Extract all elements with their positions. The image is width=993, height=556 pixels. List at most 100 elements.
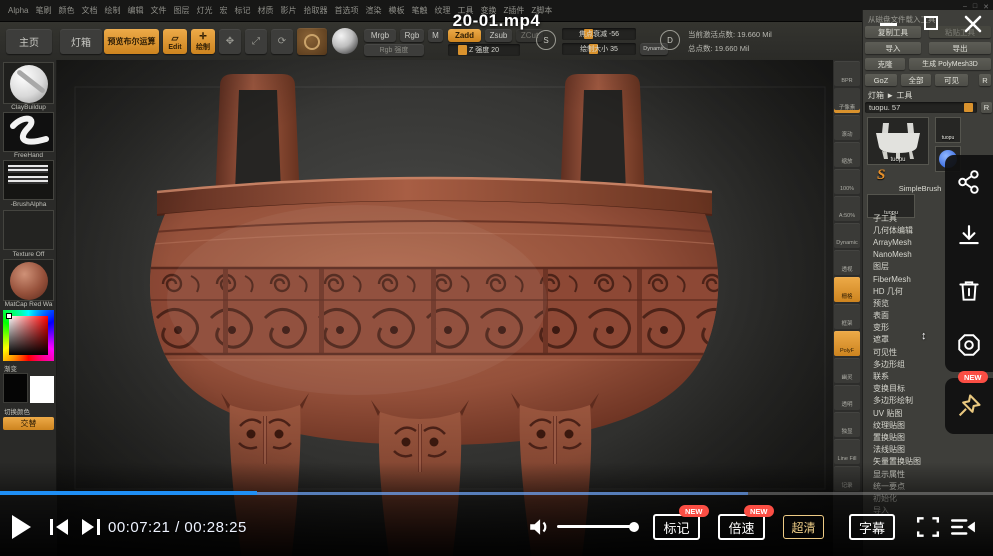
video-player-window: Alpha笔刷颜色文档绘制编辑文件图层灯光宏标记材质影片拾取器首选项渲染模板笔触… — [0, 0, 993, 556]
minimize-button[interactable] — [880, 23, 897, 26]
play-button[interactable] — [12, 515, 31, 539]
volume-button[interactable] — [528, 517, 550, 537]
tool-r-button[interactable]: R — [981, 102, 992, 113]
right-shelf: BPR子像素滚动缩放100%A:50%Dynamic透视栅格框架PolyF幽灵透… — [833, 60, 862, 492]
pin-new-badge: NEW — [958, 371, 988, 383]
tool-slider-handle[interactable] — [964, 103, 973, 112]
move-mode-button[interactable]: ✥ — [219, 29, 241, 54]
stroke-thumbnail[interactable] — [3, 112, 54, 152]
fullscreen-icon — [918, 518, 938, 535]
color-picker-svpane[interactable] — [9, 316, 48, 355]
draw-mode-button[interactable]: ✛ 绘制 — [191, 29, 215, 54]
move-icon: ✥ — [226, 36, 234, 47]
clone-button[interactable]: 克隆 — [865, 58, 905, 70]
edit-marquee-icon: ▱ — [172, 33, 179, 44]
lightbox-button[interactable]: 灯箱 — [60, 29, 102, 54]
rotate-mode-button[interactable]: ⟳ — [271, 29, 293, 54]
draw-size-slider[interactable]: 绘制大小 35 — [562, 43, 636, 55]
brush-thumbnail[interactable] — [3, 62, 54, 104]
right-shelf-button[interactable]: 子像素 — [834, 88, 860, 113]
right-shelf-button[interactable]: 100% — [834, 169, 860, 194]
recent-tool-name: tuopu — [936, 135, 960, 141]
alternate-color-button[interactable]: 交替 — [3, 417, 54, 430]
prev-frame-icon — [50, 519, 68, 535]
right-shelf-button[interactable]: A:50% — [834, 196, 860, 221]
next-frame-icon — [82, 519, 100, 535]
right-shelf-button[interactable]: 缩放 — [834, 142, 860, 167]
cursor-icon: ↕ — [921, 330, 927, 342]
color-picker[interactable] — [3, 310, 54, 361]
freehand-stroke-icon — [4, 113, 53, 151]
stroke-name-label: FreeHand — [0, 152, 57, 159]
right-shelf-button[interactable]: 透视 — [834, 250, 860, 275]
active-tool-ding-icon — [868, 119, 928, 159]
preview-boolean-button[interactable]: 预览布尔运算 — [104, 29, 159, 54]
rgb-intensity-slider[interactable]: Rgb 强度 — [364, 44, 424, 56]
progress-played — [0, 491, 257, 495]
volume-slider[interactable] — [557, 525, 635, 528]
playlist-button[interactable] — [950, 517, 976, 537]
matcap-sphere-icon — [10, 262, 48, 300]
right-shelf-button[interactable]: 幽灵 — [834, 358, 860, 383]
recent-tool-well[interactable]: tuopu — [935, 117, 961, 143]
export-button[interactable]: 导出 — [929, 42, 991, 54]
import-button[interactable]: 导入 — [865, 42, 921, 54]
material-thumbnail[interactable] — [3, 259, 54, 301]
right-shelf-button[interactable]: 框架 — [834, 304, 860, 329]
maximize-button[interactable] — [924, 16, 938, 30]
make-polymesh-button[interactable]: 生成 PolyMesh3D — [909, 58, 991, 70]
right-shelf-button[interactable]: 滚动 — [834, 115, 860, 140]
goz-button[interactable]: GoZ — [865, 74, 897, 86]
goz-r-button[interactable]: R — [979, 74, 991, 86]
pin-icon[interactable] — [955, 392, 983, 420]
tool-name-slider[interactable]: tuopu. 57 — [865, 102, 977, 113]
right-shelf-button[interactable]: 栅格 — [834, 277, 860, 302]
current-material-sphere[interactable] — [332, 28, 358, 54]
right-shelf-button[interactable]: Line Fill — [834, 439, 860, 464]
switch-color-label: 切换颜色 — [0, 406, 57, 416]
edit-mode-button[interactable]: ▱ Edit — [163, 29, 187, 54]
quality-button[interactable]: 超清 — [783, 515, 824, 539]
control-bar-gradient — [0, 462, 993, 556]
right-shelf-button[interactable]: 独显 — [834, 412, 860, 437]
mark-button[interactable]: 标记 — [653, 514, 700, 540]
z-intensity-handle[interactable] — [458, 45, 467, 55]
video-title: 20-01.mp4 — [0, 11, 993, 31]
alpha-thumbnail[interactable] — [3, 160, 54, 200]
secondary-color-swatch[interactable] — [30, 376, 54, 403]
right-shelf-button[interactable]: 透明 — [834, 385, 860, 410]
close-button[interactable] — [962, 13, 984, 35]
gyro-button[interactable] — [297, 28, 327, 55]
fullscreen-button[interactable] — [916, 516, 940, 538]
download-icon[interactable] — [956, 223, 982, 249]
tool-subpalette-item[interactable]: 法线贴图 — [873, 444, 991, 456]
prev-frame-button[interactable] — [48, 518, 71, 536]
texture-thumbnail[interactable] — [3, 210, 54, 250]
total-points-readout: 总点数: 19.660 Mil — [688, 43, 749, 54]
subtitle-button[interactable]: 字幕 — [849, 514, 895, 540]
left-tray: ClayBuildup FreeHand -BrushAlpha Texture… — [0, 60, 57, 492]
right-shelf-button[interactable]: BPR — [834, 61, 860, 86]
goz-all-button[interactable]: 全部 — [901, 74, 931, 86]
active-tool-well[interactable]: tuopu — [867, 117, 929, 165]
volume-knob[interactable] — [629, 522, 639, 532]
depth-d-icon[interactable]: D — [660, 30, 680, 50]
texture-name-label: Texture Off — [0, 251, 57, 258]
record-icon[interactable] — [956, 332, 982, 358]
speed-button[interactable]: 倍速 — [718, 514, 765, 540]
right-shelf-button[interactable]: Dynamic — [834, 223, 860, 248]
trash-icon[interactable] — [956, 278, 982, 304]
z-intensity-slider[interactable]: Z 强度 20 — [448, 44, 520, 56]
home-tab[interactable]: 主页 — [6, 29, 52, 54]
scale-mode-button[interactable]: ⤢ — [245, 29, 267, 54]
goz-visible-button[interactable]: 可见 — [935, 74, 968, 86]
share-icon[interactable] — [956, 169, 982, 195]
playlist-icon — [952, 521, 975, 534]
main-color-swatch[interactable] — [3, 373, 28, 403]
next-frame-button[interactable] — [79, 518, 102, 536]
floating-action-panel — [945, 155, 993, 372]
claybuildup-sphere-icon — [10, 65, 48, 103]
stroke-s-icon[interactable]: S — [536, 30, 556, 50]
right-shelf-button[interactable]: PolyF — [834, 331, 860, 356]
alpha-name-label: -BrushAlpha — [0, 201, 57, 208]
